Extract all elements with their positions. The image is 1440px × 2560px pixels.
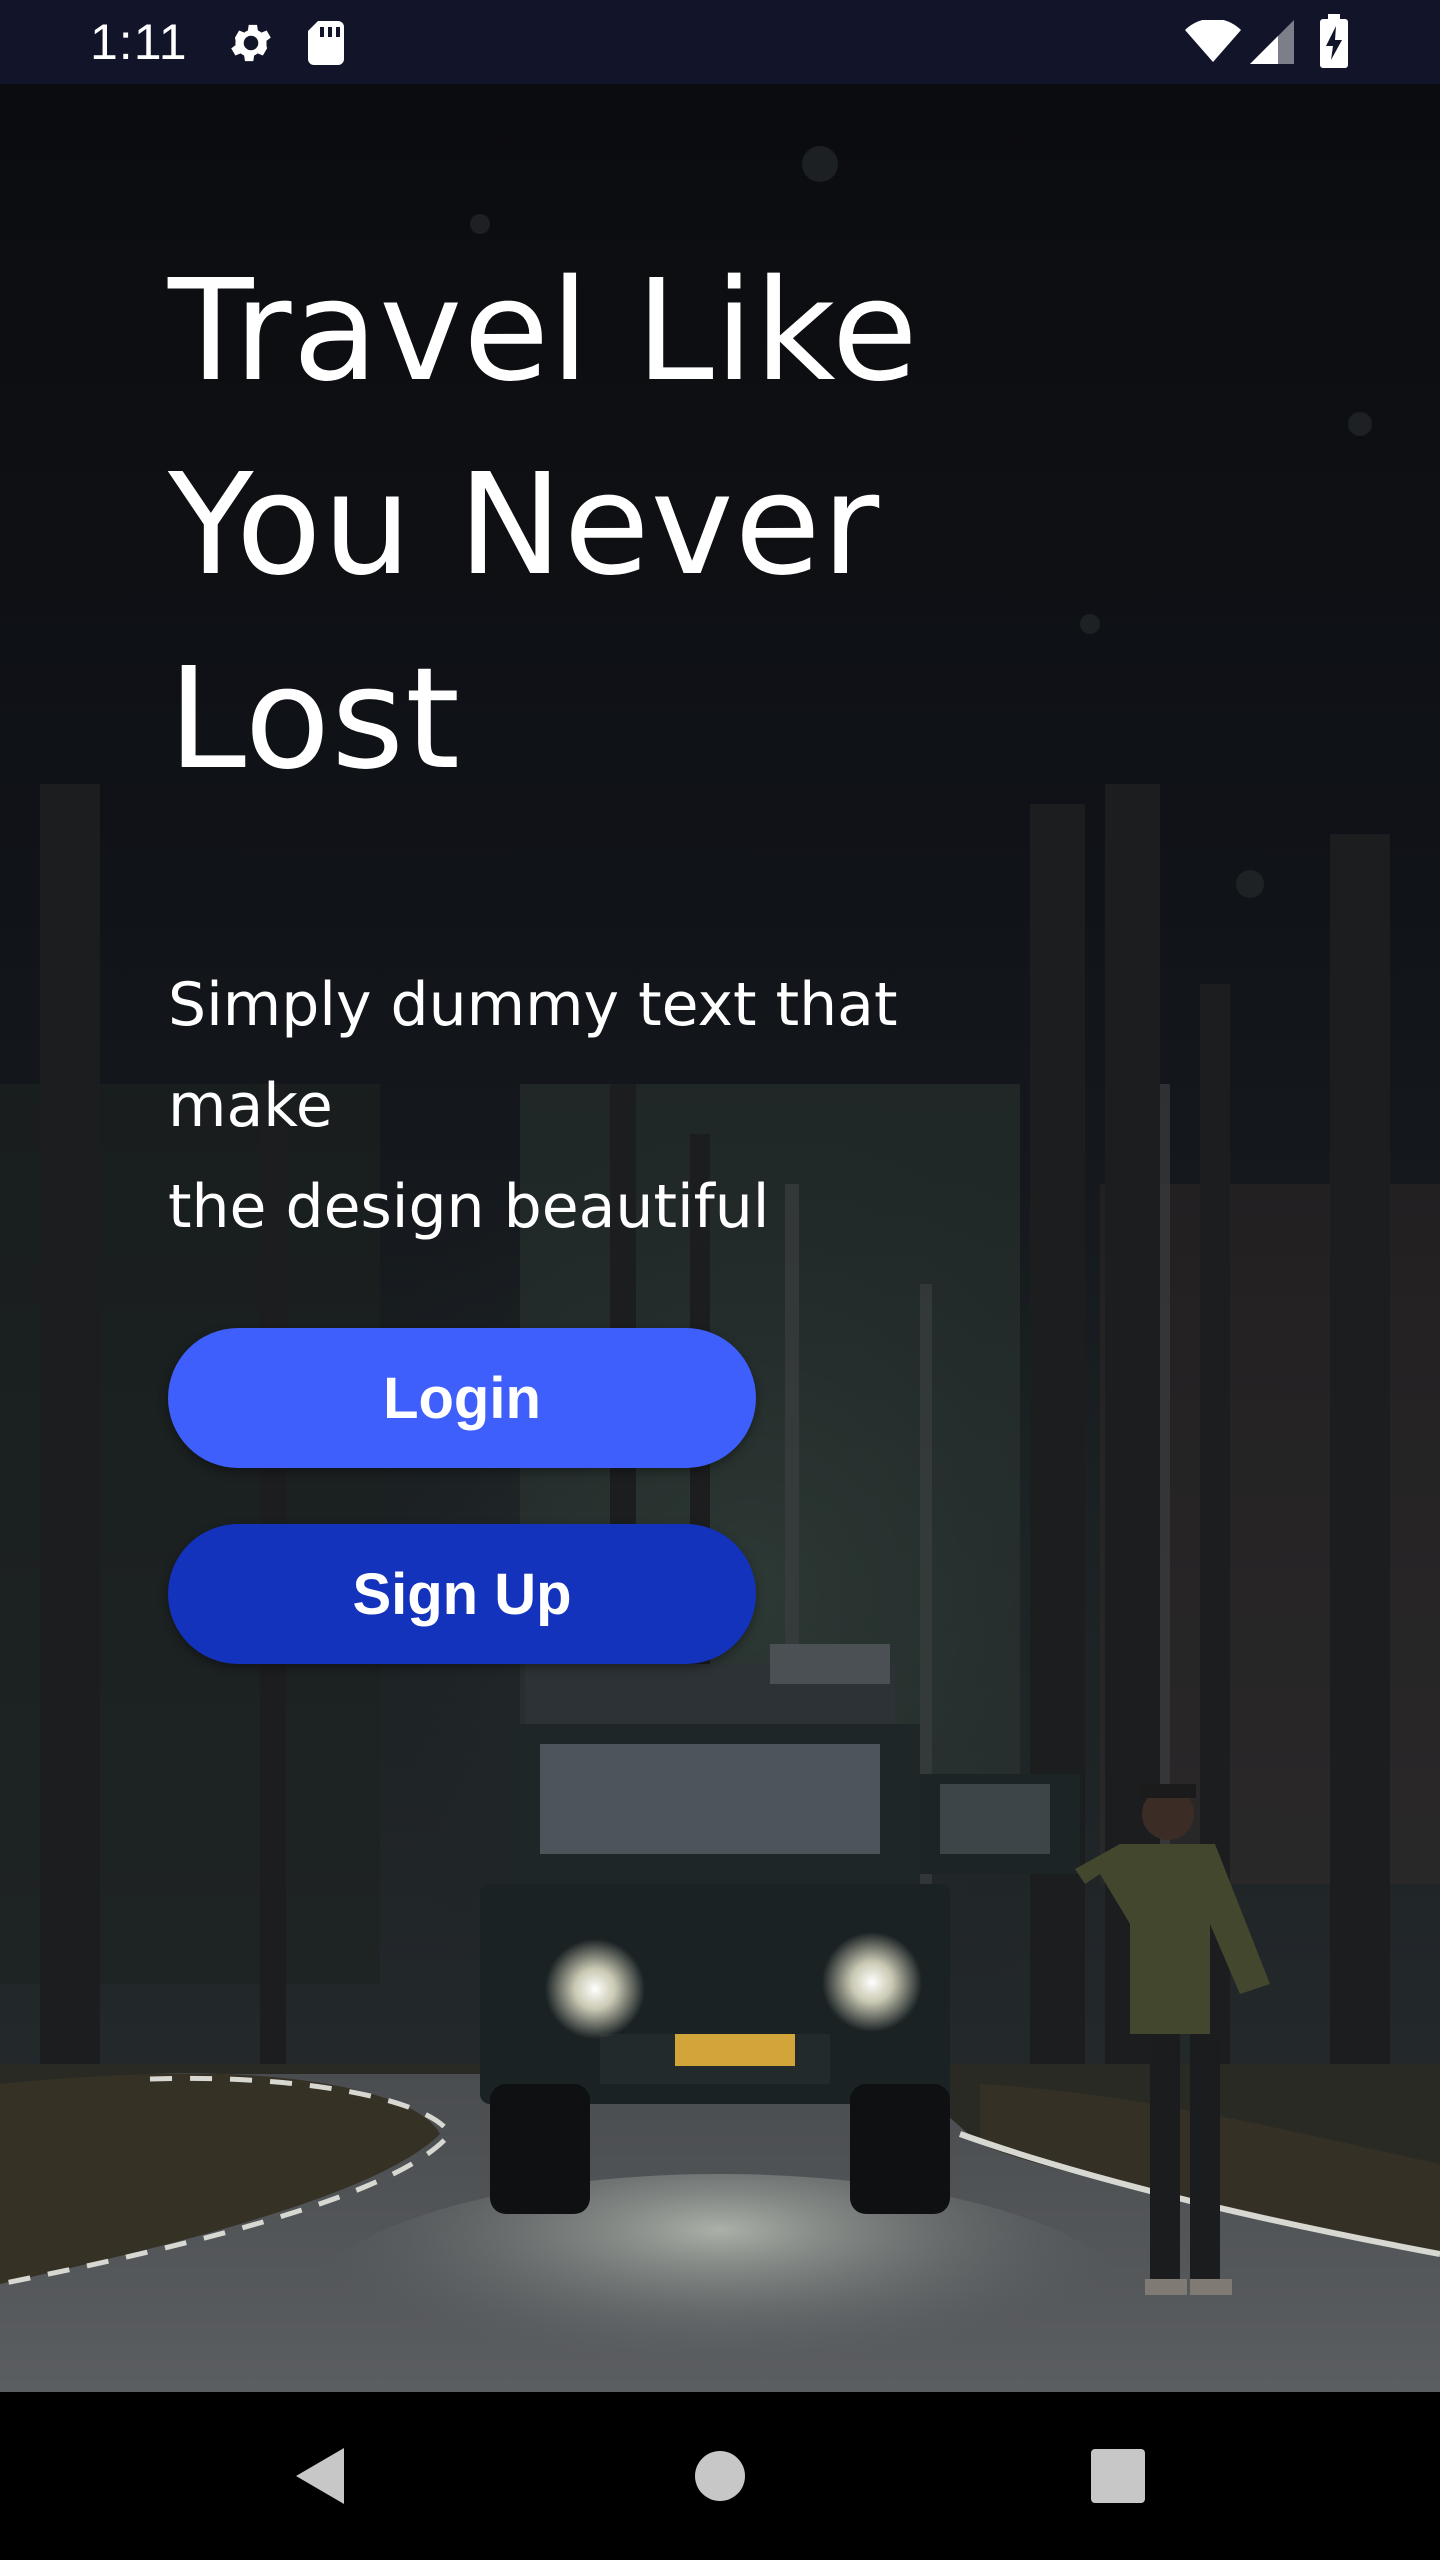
recents-button[interactable]	[998, 2392, 1238, 2560]
back-icon	[296, 2448, 344, 2504]
status-time: 1:11	[90, 14, 188, 70]
battery-charging-icon	[1320, 14, 1348, 73]
navigation-bar	[0, 2392, 1440, 2560]
headline-line: Lost	[168, 638, 462, 801]
sign-up-button[interactable]: Sign Up	[168, 1524, 756, 1664]
headline-line: Travel Like	[168, 250, 919, 413]
subtitle: Simply dummy text that make the design b…	[168, 955, 1068, 1258]
recents-icon	[1091, 2449, 1145, 2503]
home-button[interactable]	[600, 2392, 840, 2560]
headline: Travel Like You Never Lost	[168, 235, 1068, 817]
sd-card-icon	[306, 18, 346, 73]
welcome-screen: 1:11 Travel Like You Never Lost Simply d…	[0, 0, 1440, 2560]
subtitle-line: Simply dummy text that make	[168, 970, 898, 1141]
home-icon	[695, 2451, 745, 2501]
status-bar: 1:11	[0, 0, 1440, 84]
wifi-icon	[1185, 18, 1241, 69]
subtitle-line: the design beautiful	[168, 1172, 770, 1242]
login-button[interactable]: Login	[168, 1328, 756, 1468]
settings-icon	[226, 18, 276, 73]
headline-line: You Never	[168, 444, 881, 607]
signal-icon	[1250, 20, 1294, 69]
back-button[interactable]	[200, 2392, 440, 2560]
